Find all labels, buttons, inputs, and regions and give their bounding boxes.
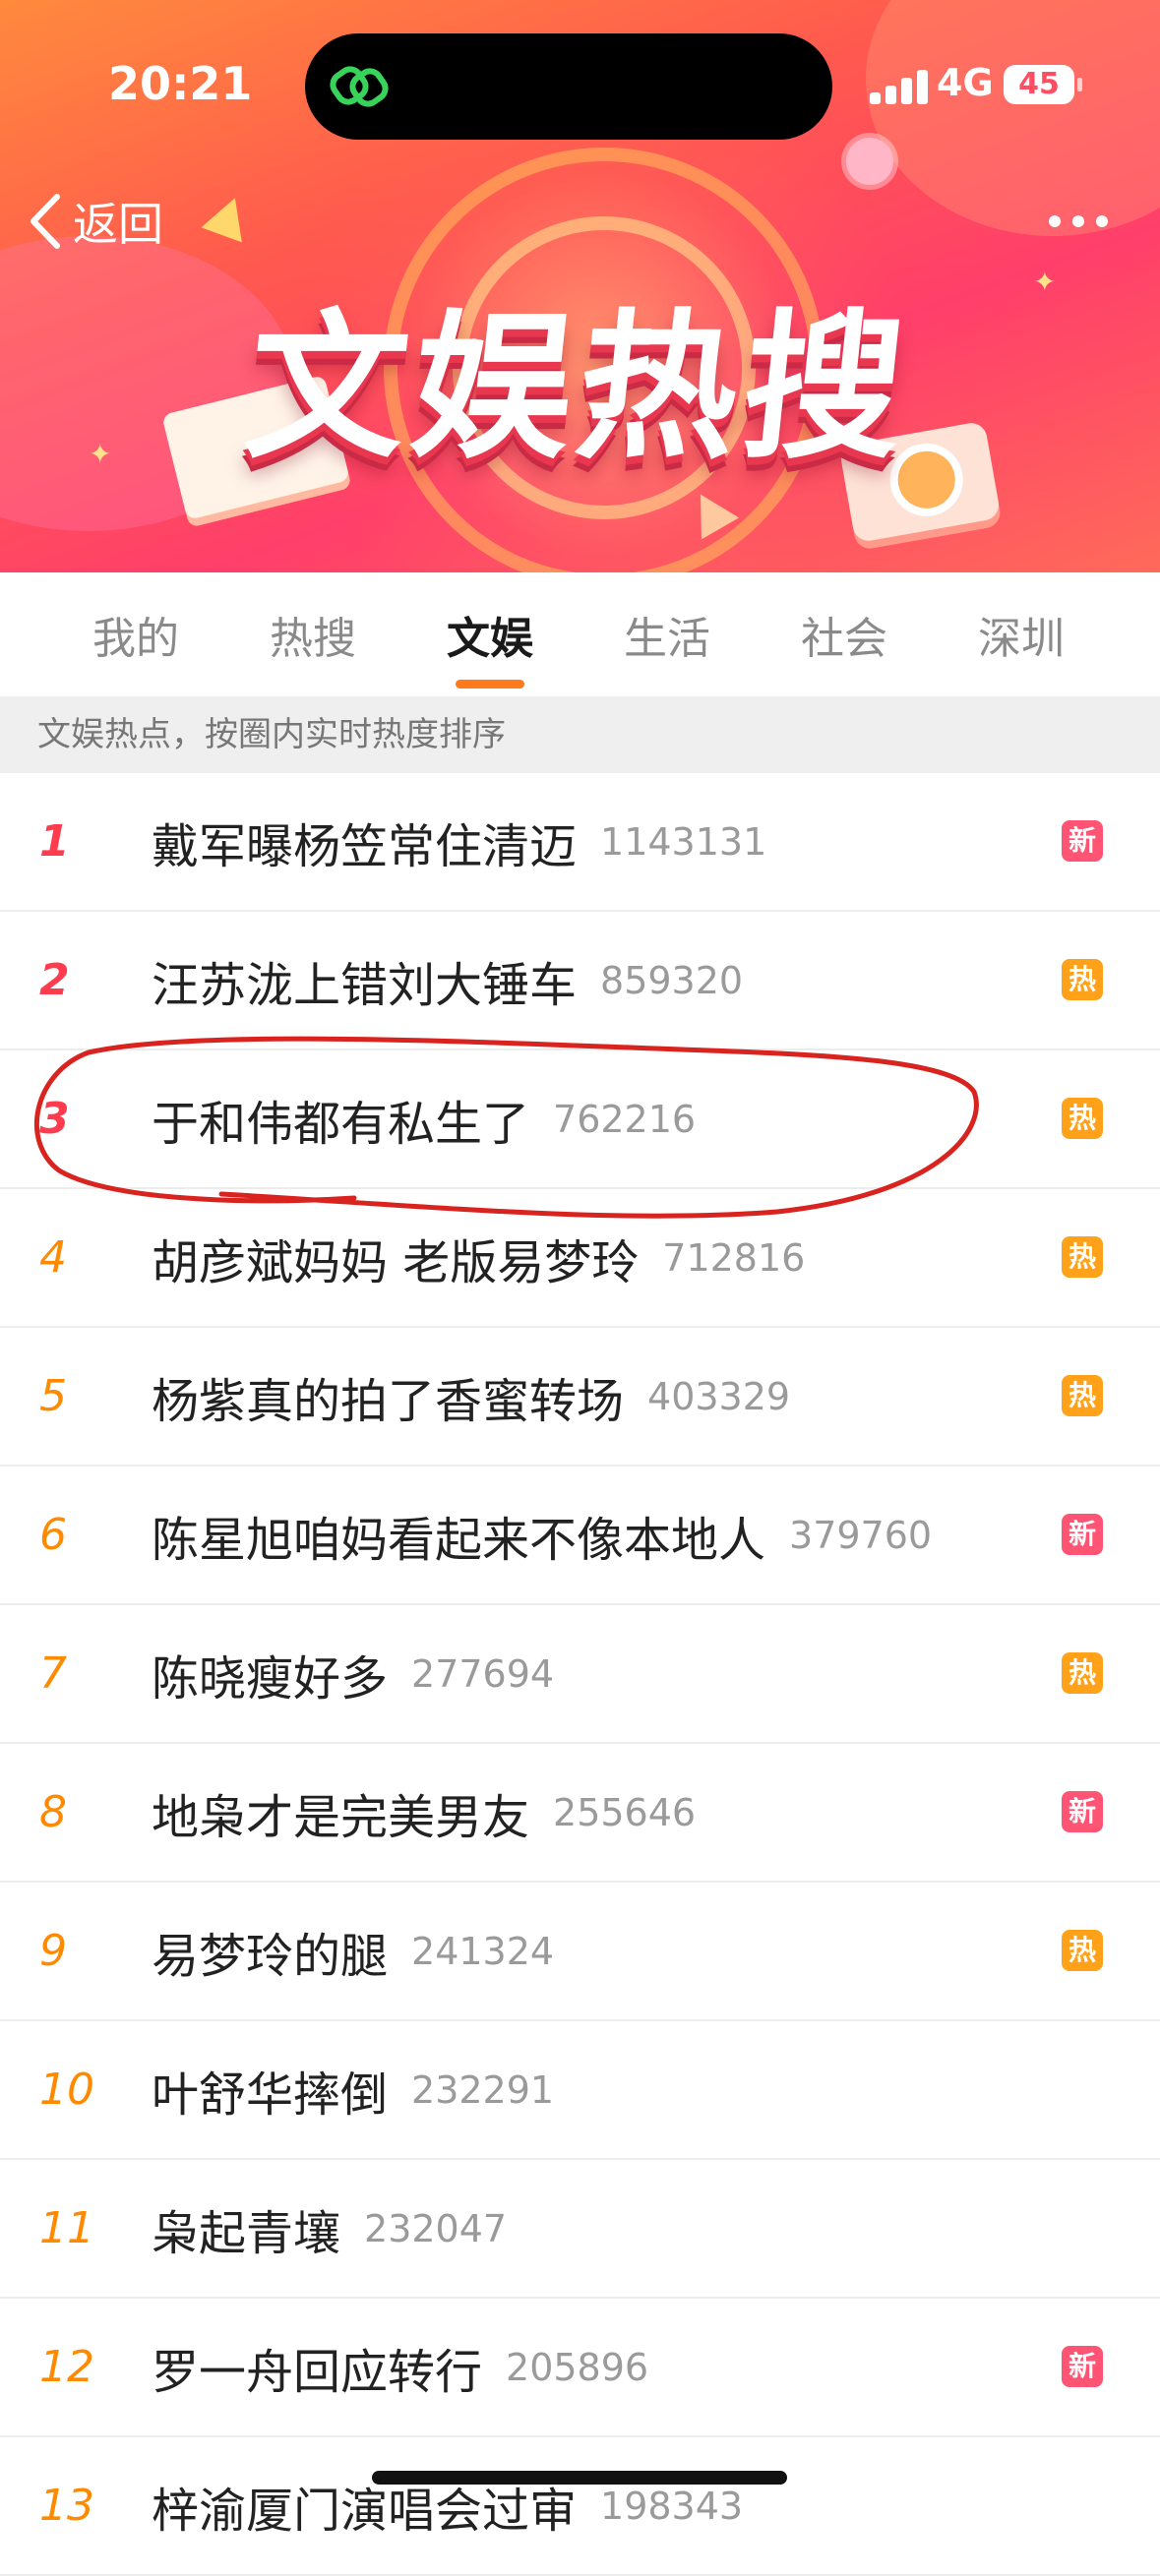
item-title: 罗一舟回应转行 — [152, 2344, 483, 2400]
item-title: 易梦玲的腿 — [152, 1928, 389, 1984]
rank-number: 10 — [39, 2065, 94, 2115]
badge-new: 新 — [1062, 2346, 1103, 2387]
rank-number: 2 — [39, 955, 70, 1005]
back-button[interactable]: 返回 — [26, 187, 163, 256]
category-tabs: 我的 热搜 文娱 生活 社会 深圳 — [0, 572, 1160, 696]
list-item[interactable]: 10 叶舒华摔倒 232291 — [0, 2021, 1160, 2160]
home-indicator — [372, 2471, 787, 2485]
dynamic-island — [305, 33, 832, 140]
tab-society[interactable]: 社会 — [756, 572, 933, 696]
tab-mine[interactable]: 我的 — [47, 572, 224, 696]
triangle-decoration — [201, 190, 256, 243]
tab-shenzhen[interactable]: 深圳 — [933, 572, 1110, 696]
banner-title: 文娱热搜 — [237, 296, 919, 481]
item-heat: 712816 — [662, 1235, 806, 1280]
rank-number: 4 — [39, 1232, 67, 1283]
rank-number: 3 — [39, 1094, 70, 1144]
rank-number: 12 — [39, 2342, 94, 2392]
status-time: 20:21 — [108, 57, 253, 110]
list-item[interactable]: 12 罗一舟回应转行 205896 新 — [0, 2299, 1160, 2437]
list-item[interactable]: 6 陈星旭咱妈看起来不像本地人 379760 新 — [0, 1467, 1160, 1605]
rank-number: 7 — [39, 1648, 67, 1699]
item-title: 叶舒华摔倒 — [152, 2067, 389, 2123]
list-item[interactable]: 5 杨紫真的拍了香蜜转场 403329 热 — [0, 1328, 1160, 1467]
list-item[interactable]: 3 于和伟都有私生了 762216 热 — [0, 1050, 1160, 1189]
item-heat: 232047 — [364, 2206, 508, 2250]
item-title: 陈晓瘦好多 — [152, 1650, 389, 1707]
more-dots-icon — [1096, 215, 1108, 227]
list-item[interactable]: 1 戴军曝杨笠常住清迈 1143131 新 — [0, 773, 1160, 912]
badge-hot: 热 — [1062, 1236, 1103, 1278]
badge-hot: 热 — [1062, 1098, 1103, 1139]
trending-list: 1 戴军曝杨笠常住清迈 1143131 新 2 汪苏泷上错刘大锤车 859320 热… — [0, 773, 1160, 2576]
more-dots-icon — [1072, 215, 1084, 227]
more-dots-icon — [1049, 215, 1061, 227]
list-item[interactable]: 11 枭起青壤 232047 — [0, 2160, 1160, 2299]
rank-number: 8 — [39, 1787, 67, 1837]
item-heat: 859320 — [600, 958, 744, 1002]
battery-icon: 45 — [1004, 65, 1082, 104]
item-heat: 205896 — [506, 2345, 649, 2389]
item-heat: 198343 — [600, 2484, 744, 2528]
link-icon — [330, 66, 389, 107]
item-title: 于和伟都有私生了 — [152, 1096, 530, 1152]
list-item[interactable]: 9 易梦玲的腿 241324 热 — [0, 1883, 1160, 2021]
badge-new: 新 — [1062, 1514, 1103, 1555]
list-item[interactable]: 4 胡彦斌妈妈 老版易梦玲 712816 热 — [0, 1189, 1160, 1328]
chevron-left-icon — [31, 194, 60, 249]
more-button[interactable] — [1049, 202, 1118, 241]
tab-entertainment[interactable]: 文娱 — [401, 572, 579, 696]
item-heat: 379760 — [789, 1513, 933, 1557]
item-title: 胡彦斌妈妈 老版易梦玲 — [152, 1234, 640, 1290]
badge-hot: 热 — [1062, 959, 1103, 1000]
planet-decoration — [846, 138, 893, 185]
item-title: 陈星旭咱妈看起来不像本地人 — [152, 1512, 766, 1568]
rank-number: 11 — [39, 2203, 94, 2253]
badge-hot: 热 — [1062, 1652, 1103, 1694]
list-item[interactable]: 7 陈晓瘦好多 277694 热 — [0, 1605, 1160, 1744]
item-title: 杨紫真的拍了香蜜转场 — [152, 1373, 625, 1429]
badge-new: 新 — [1062, 820, 1103, 862]
item-title: 枭起青壤 — [152, 2205, 341, 2261]
badge-hot: 热 — [1062, 1375, 1103, 1416]
item-heat: 403329 — [647, 1374, 791, 1418]
rank-number: 9 — [39, 1926, 67, 1976]
list-description: 文娱热点，按圈内实时热度排序 — [0, 696, 1160, 773]
item-heat: 277694 — [411, 1651, 555, 1696]
banner-blob — [866, 0, 1160, 236]
badge-new: 新 — [1062, 1791, 1103, 1832]
item-title: 汪苏泷上错刘大锤车 — [152, 957, 578, 1013]
rank-number: 6 — [39, 1510, 67, 1560]
rank-number: 5 — [39, 1371, 67, 1421]
tab-life[interactable]: 生活 — [579, 572, 756, 696]
rank-number: 1 — [39, 816, 70, 867]
item-heat: 1143131 — [600, 819, 767, 864]
item-heat: 255646 — [553, 1790, 697, 1834]
item-title: 地枭才是完美男友 — [152, 1789, 530, 1845]
list-item[interactable]: 13 梓渝厦门演唱会过审 198343 — [0, 2437, 1160, 2576]
back-label: 返回 — [73, 198, 163, 251]
signal-icon — [870, 69, 941, 104]
item-title: 戴军曝杨笠常住清迈 — [152, 818, 578, 874]
list-item[interactable]: 8 地枭才是完美男友 255646 新 — [0, 1744, 1160, 1883]
item-heat: 762216 — [553, 1097, 697, 1141]
network-label: 4G — [937, 61, 994, 104]
badge-hot: 热 — [1062, 1930, 1103, 1971]
item-heat: 232291 — [411, 2067, 555, 2112]
tab-hot-search[interactable]: 热搜 — [224, 572, 401, 696]
rank-number: 13 — [39, 2481, 94, 2531]
item-heat: 241324 — [411, 1929, 555, 1973]
list-item[interactable]: 2 汪苏泷上错刘大锤车 859320 热 — [0, 912, 1160, 1050]
